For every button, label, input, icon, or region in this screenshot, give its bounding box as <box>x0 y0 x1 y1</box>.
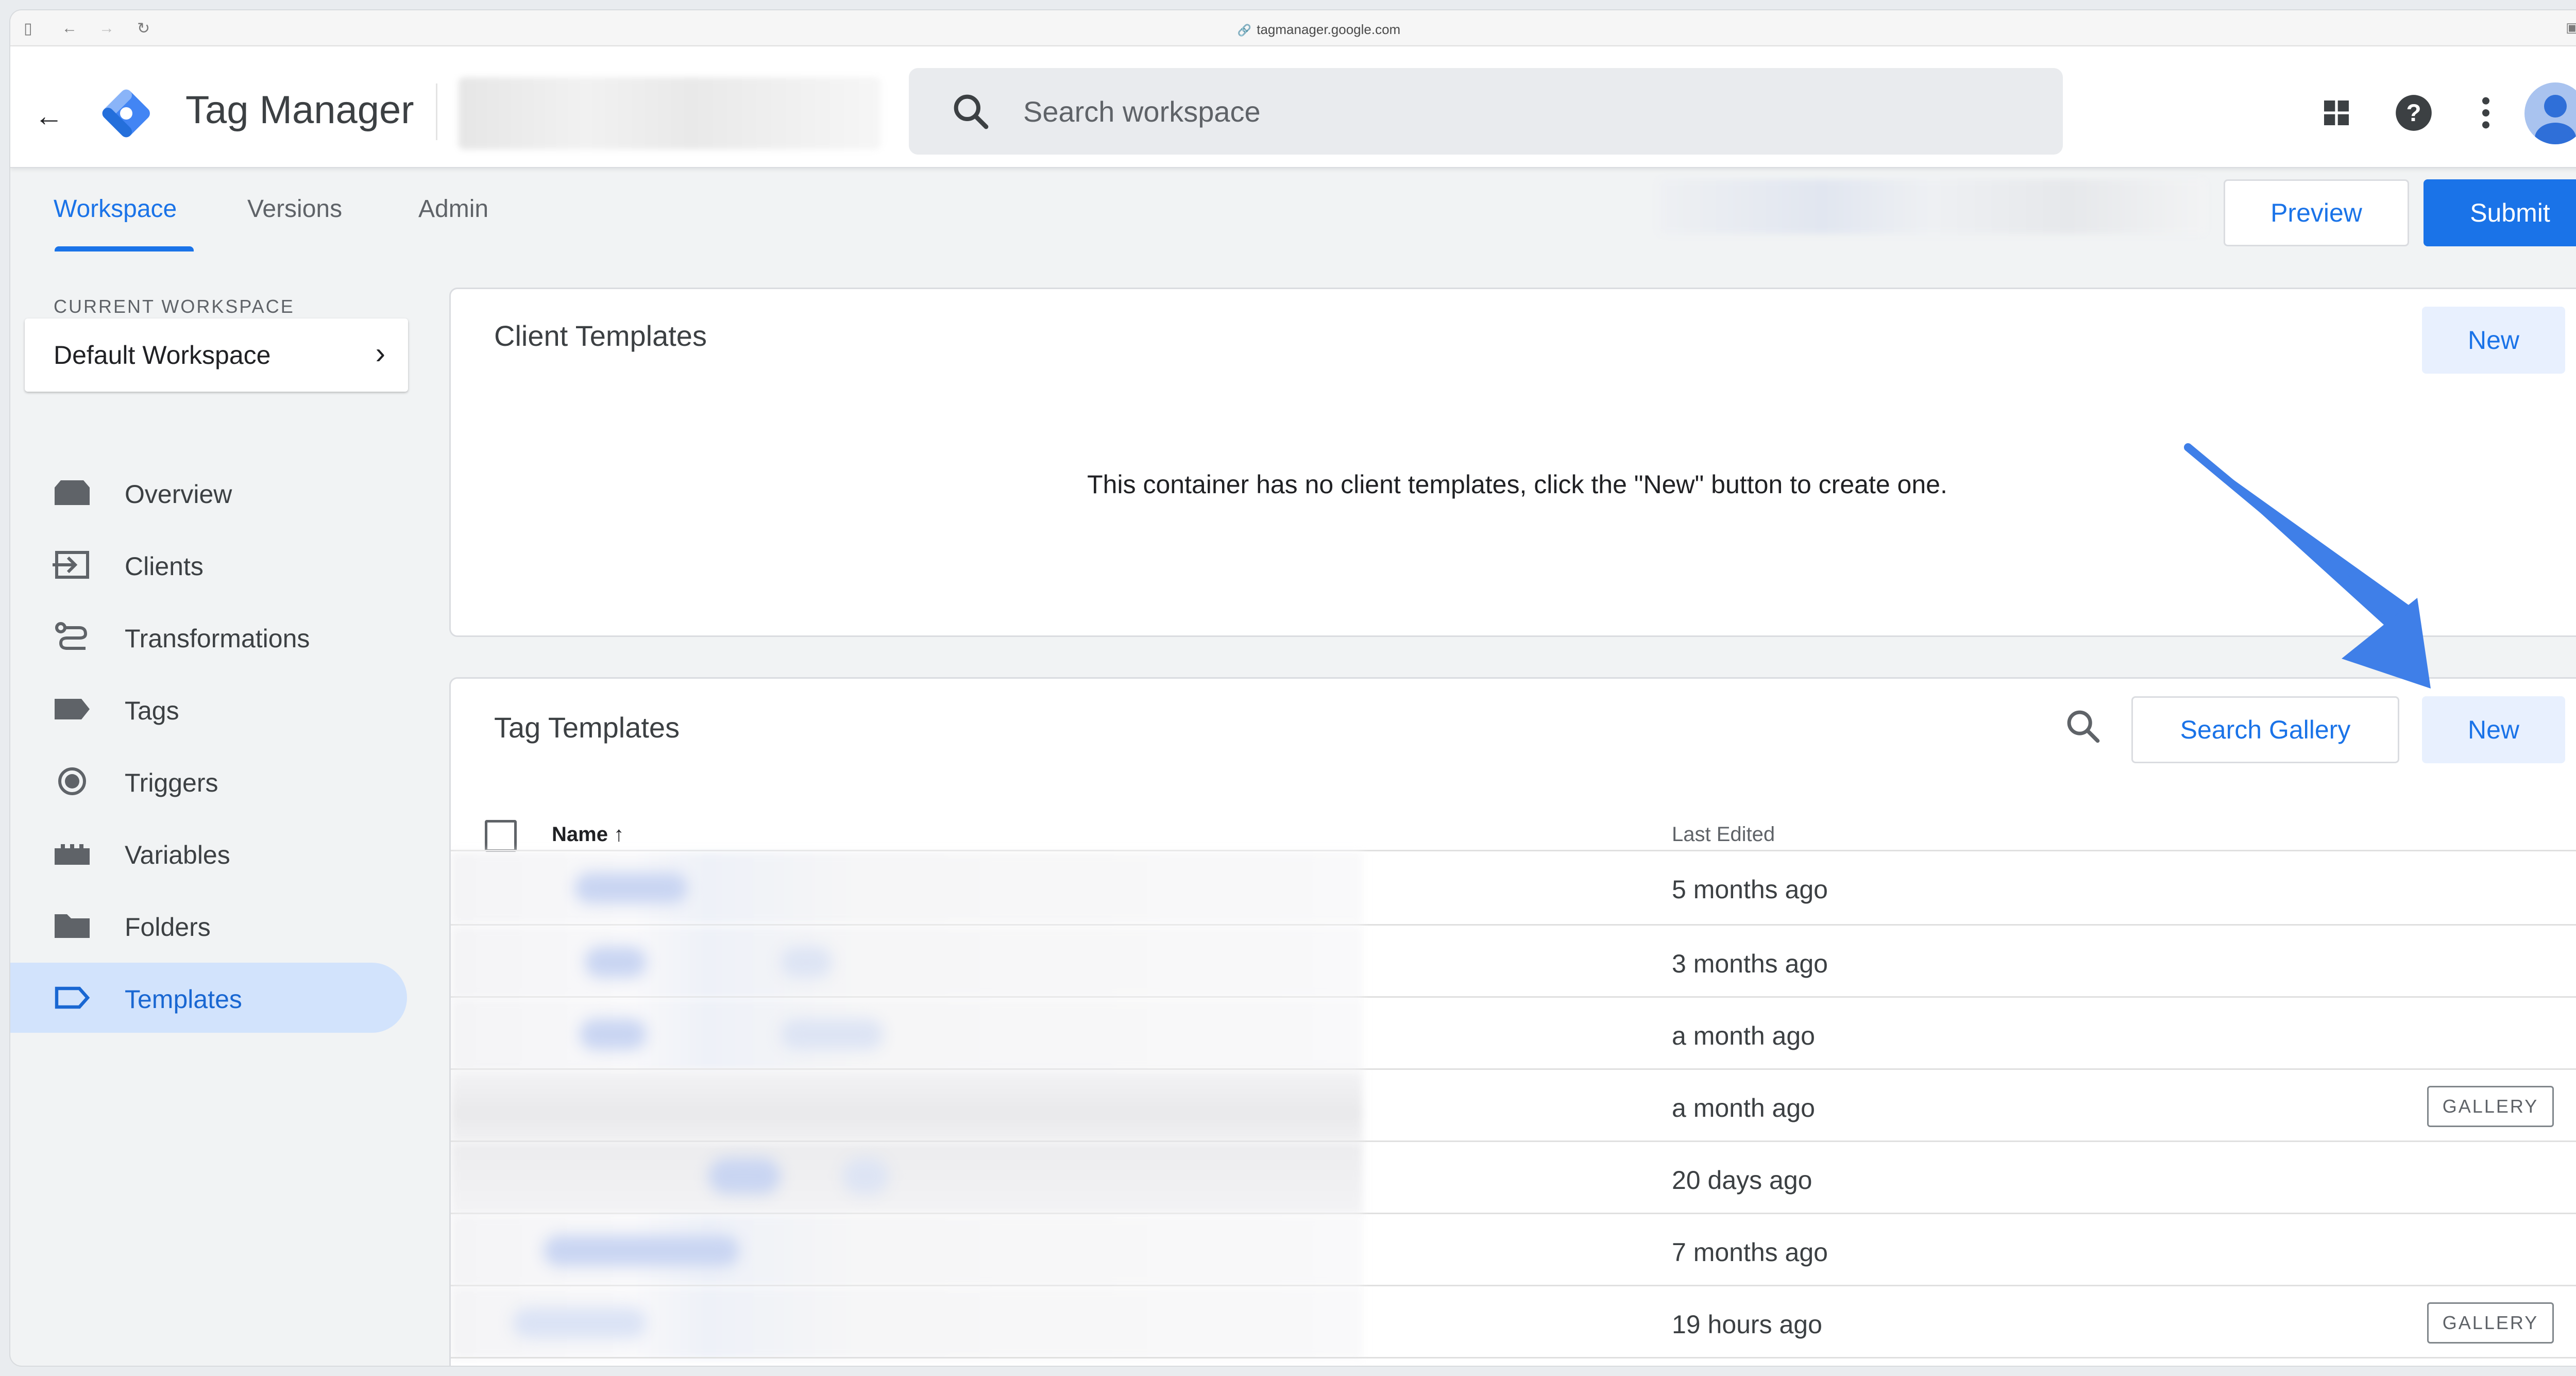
browser-window: ▯ ← → ↻ 🔗tagmanager.google.com ▣ ◫ ← Tag… <box>10 10 2576 1366</box>
annotation-arrow <box>2184 443 2431 689</box>
